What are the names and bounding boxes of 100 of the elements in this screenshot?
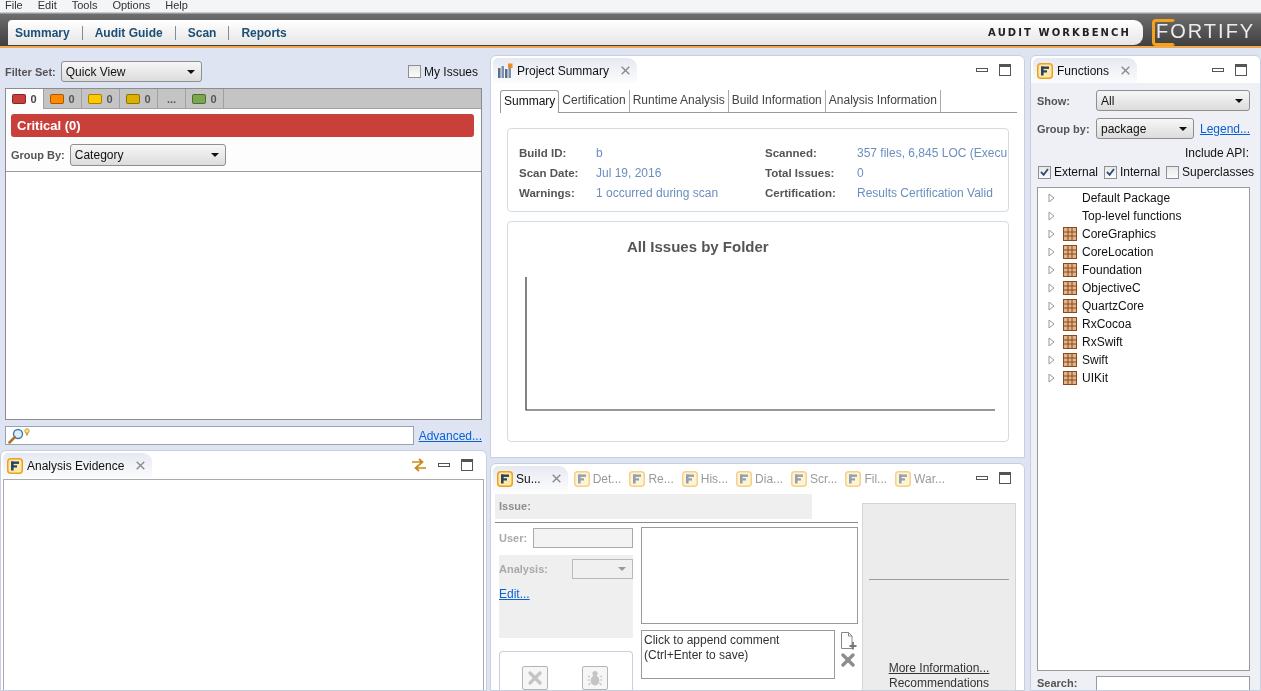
checkbox-label[interactable]: Superclasses (1182, 165, 1255, 179)
package-icon (1063, 299, 1077, 313)
close-icon[interactable] (621, 66, 631, 75)
view-tab[interactable]: Project Summary (493, 58, 638, 83)
edit-link[interactable]: Edit... (499, 587, 530, 601)
tree-item[interactable]: RxCocoa (1038, 315, 1249, 333)
expander-icon[interactable] (1048, 373, 1055, 383)
menu-item[interactable]: Help (165, 0, 188, 12)
expander-icon[interactable] (1048, 265, 1055, 275)
expander-icon[interactable] (1048, 283, 1055, 293)
letter-f-icon (791, 470, 808, 487)
group-by-label: Group By: (11, 148, 65, 161)
info-value: 0 (857, 166, 865, 180)
maximize-icon[interactable] (1235, 63, 1247, 76)
nav-link[interactable]: Scan (174, 25, 229, 40)
checkbox-label[interactable]: My Issues (424, 64, 478, 79)
package-icon (1063, 371, 1077, 385)
menu-item[interactable]: File (5, 0, 23, 12)
letter-f-icon (7, 457, 23, 474)
nav-link[interactable]: Audit Guide (81, 25, 175, 40)
close-icon[interactable] (551, 474, 561, 483)
checkbox[interactable] (1104, 165, 1118, 179)
tree-item[interactable]: RxSwift (1038, 333, 1249, 351)
expander-icon[interactable] (1048, 193, 1055, 203)
tree-item[interactable]: CoreGraphics (1038, 225, 1249, 243)
checkbox[interactable] (1166, 165, 1180, 179)
letter-f-icon (573, 470, 590, 487)
view-tab[interactable]: Functions (1033, 58, 1138, 83)
analysis-label: Analysis: (499, 563, 548, 575)
menu-item[interactable]: Edit (37, 0, 57, 12)
package-icon (1063, 245, 1077, 259)
nav-link[interactable]: Reports (228, 25, 299, 40)
letter-f-icon (629, 470, 646, 487)
tree-item[interactable]: UIKit (1038, 369, 1249, 387)
package-icon (1063, 227, 1077, 241)
group-by-dropdown[interactable]: package (1096, 118, 1194, 139)
group-by-dropdown[interactable]: Category (69, 143, 226, 166)
letter-f-icon (895, 470, 912, 487)
severity-tab[interactable]: 0 (44, 89, 82, 108)
more-information-link[interactable]: More Information... (888, 661, 990, 675)
tree-item[interactable]: CoreLocation (1038, 243, 1249, 261)
close-icon[interactable] (136, 461, 146, 470)
minimize-icon[interactable] (438, 462, 450, 467)
bug-icon (587, 670, 603, 686)
info-label: Scan Date: (519, 167, 580, 179)
severity-tab[interactable]: 0 (186, 89, 224, 108)
show-dropdown[interactable]: All (1096, 90, 1250, 111)
tree-item[interactable]: Swift (1038, 351, 1249, 369)
expander-icon[interactable] (1048, 211, 1055, 221)
checkbox-label[interactable]: External (1054, 165, 1099, 179)
checkbox-label[interactable]: Internal (1120, 165, 1161, 179)
view-tab[interactable]: Su... (493, 466, 568, 491)
expander-icon[interactable] (1048, 319, 1055, 329)
delete-icon[interactable] (841, 653, 855, 667)
letter-f-icon (1037, 62, 1053, 79)
search-field[interactable] (5, 426, 414, 445)
minimize-icon[interactable] (976, 67, 988, 72)
tree-item[interactable]: Top-level functions (1038, 207, 1249, 225)
legend-link[interactable]: Legend... (1199, 121, 1250, 136)
severity-tab[interactable]: 0 (120, 89, 158, 108)
maximize-icon[interactable] (999, 471, 1011, 484)
letter-f-icon (497, 470, 513, 487)
expander-icon[interactable] (1048, 301, 1055, 311)
maximize-icon[interactable] (999, 63, 1011, 76)
menu-item[interactable]: Tools (71, 0, 98, 12)
advanced-link[interactable]: Advanced... (418, 428, 482, 443)
package-icon (1063, 335, 1077, 349)
tree-item[interactable]: Foundation (1038, 261, 1249, 279)
tab[interactable]: Build Information (728, 90, 826, 112)
checkbox[interactable] (1038, 165, 1051, 179)
tab[interactable]: Analysis Information (825, 90, 941, 112)
menu-item[interactable]: Options (112, 0, 151, 12)
view-tab[interactable]: Analysis Evidence (3, 453, 153, 478)
close-icon[interactable] (1121, 66, 1131, 75)
tree-item[interactable]: Default Package (1038, 189, 1249, 207)
severity-tab[interactable]: ... (158, 89, 186, 108)
comments-field[interactable] (641, 527, 858, 624)
minimize-icon[interactable] (976, 475, 988, 480)
expander-icon[interactable] (1048, 337, 1055, 347)
tree-item[interactable]: ObjectiveC (1038, 279, 1249, 297)
expander-icon[interactable] (1048, 247, 1055, 257)
add-page-icon[interactable] (839, 632, 857, 650)
tab[interactable]: Certification (559, 90, 630, 112)
nav-link[interactable]: Summary (15, 25, 82, 40)
expander-icon[interactable] (1048, 229, 1055, 239)
tab[interactable]: Runtime Analysis (629, 90, 729, 112)
filter-set-dropdown[interactable]: Quick View (60, 61, 202, 82)
minimize-icon[interactable] (1212, 67, 1224, 72)
search-field[interactable] (1096, 676, 1250, 690)
checkbox[interactable] (408, 65, 421, 78)
swap-arrows-icon[interactable] (411, 457, 427, 472)
chart-title: All Issues by Folder (627, 238, 769, 255)
severity-tab[interactable]: 0 (82, 89, 120, 108)
severity-tab[interactable]: 0 (6, 89, 44, 109)
expander-icon[interactable] (1048, 355, 1055, 365)
comment-field[interactable]: Click to append comment (Ctrl+Enter to save) (641, 630, 835, 679)
tree-item[interactable]: QuartzCore (1038, 297, 1249, 315)
letter-f-icon (736, 470, 753, 487)
maximize-icon[interactable] (461, 458, 473, 471)
tab[interactable]: Summary (500, 90, 560, 113)
